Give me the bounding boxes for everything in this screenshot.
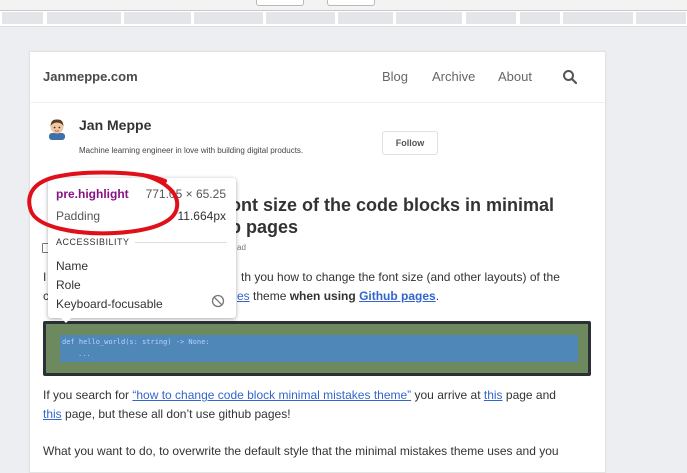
nav-about[interactable]: About: [498, 69, 532, 84]
bookmark-strip: [0, 11, 687, 27]
intro-text-b: th you how to change the font size (and …: [241, 270, 560, 284]
p2-text-d: page, but these all don’t use github pag…: [61, 407, 291, 421]
follow-button[interactable]: Follow: [382, 131, 438, 155]
this-link-1[interactable]: this: [484, 388, 503, 402]
code-padding-highlight: def hello_world(s: string) -> None: ...: [46, 324, 588, 373]
intro-text-a: I: [43, 270, 47, 284]
intro-line1: I: [43, 268, 46, 287]
p2-text-a: If you search for: [43, 388, 133, 402]
intro-line2b: es theme when using Github pages.: [237, 287, 439, 306]
intro-bold-text: when using: [289, 289, 360, 303]
minimal-mistakes-link[interactable]: es: [237, 289, 250, 303]
code-line: def hello_world(s: string) -> None:: [62, 338, 210, 346]
this-link-2[interactable]: this: [43, 407, 62, 421]
masthead: Janmeppe.com Blog Archive About: [30, 52, 605, 103]
browser-top-bar: [0, 0, 687, 11]
search-query-link[interactable]: “how to change code block minimal mistak…: [132, 388, 411, 402]
browser-tab-button[interactable]: [256, 0, 304, 6]
post-meta-read-time: ad: [237, 243, 246, 252]
p2-text-c: page and: [502, 388, 556, 402]
annotation-circle: [27, 170, 180, 236]
post-title-line2: b pages: [230, 217, 299, 237]
nav-blog[interactable]: Blog: [382, 69, 408, 84]
intro-text-d: theme: [249, 289, 290, 303]
tooltip-prop-role: Role: [56, 278, 81, 292]
intro-line1b: th you how to change the font size (and …: [241, 268, 560, 287]
tooltip-arrow: [60, 317, 72, 323]
code-line: ...: [78, 350, 91, 358]
p2-text-b: you arrive at: [411, 388, 484, 402]
nav-archive[interactable]: Archive: [432, 69, 475, 84]
intro-text-end: .: [435, 289, 440, 303]
ban-icon: [211, 294, 225, 308]
search-icon[interactable]: [562, 69, 578, 85]
code-content-highlight: def hello_world(s: string) -> None: ...: [60, 335, 578, 362]
second-paragraph-line1: If you search for “how to change code bl…: [43, 386, 591, 405]
github-pages-link[interactable]: Github pages: [359, 289, 436, 303]
tooltip-padding-value: 11.664px: [177, 209, 227, 223]
site-title[interactable]: Janmeppe.com: [43, 69, 138, 84]
tooltip-prop-name: Name: [56, 259, 89, 273]
third-paragraph: What you want to do, to overwrite the de…: [43, 444, 559, 458]
tooltip-divider: [135, 242, 227, 243]
browser-tab-button[interactable]: [327, 0, 375, 6]
tooltip-prop-keyboard-focusable: Keyboard-focusable: [56, 297, 163, 311]
avatar: [49, 119, 65, 140]
second-paragraph-line2: this page, but these all don’t use githu…: [43, 405, 591, 424]
second-paragraph: If you search for “how to change code bl…: [43, 386, 591, 424]
author-name: Jan Meppe: [79, 117, 152, 133]
code-block[interactable]: def hello_world(s: string) -> None: ...: [43, 321, 591, 376]
post-title-line1: ont size of the code blocks in minimal: [230, 195, 555, 215]
author-bio: Machine learning engineer in love with b…: [79, 146, 304, 155]
